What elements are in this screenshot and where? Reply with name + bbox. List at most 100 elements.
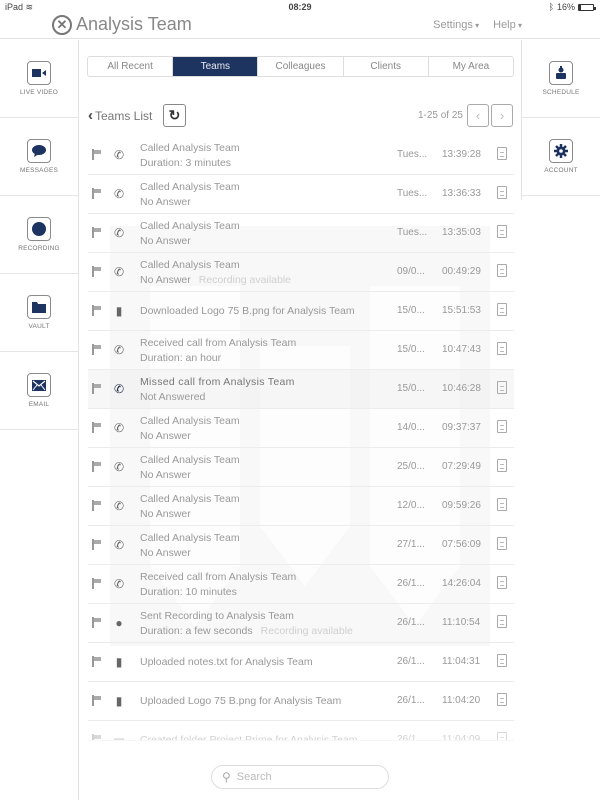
activity-row[interactable]: ▮ Uploaded notes.txt for Analysis Team 26/… [88,643,514,682]
settings-menu[interactable]: Settings [433,19,479,31]
activity-row[interactable]: ✆ Missed call from Analysis Team Not Answe… [88,370,514,409]
activity-detail: Duration: an hour [140,352,222,364]
flag-icon[interactable] [92,266,102,277]
notes-document-icon[interactable] [497,186,507,199]
activity-date: 26/1... [397,695,425,706]
activity-date: 26/1... [397,734,425,741]
phone-call-icon: ✆ [113,187,125,201]
activity-row[interactable]: ▮ Downloaded Logo 75 B.png for Analysis T… [88,292,514,331]
activity-text: Downloaded Logo 75 B.png for Analysis Te… [140,304,355,319]
flag-icon[interactable] [92,305,102,316]
flag-icon[interactable] [92,734,102,740]
flag-icon[interactable] [92,422,102,433]
help-menu[interactable]: Help [493,19,522,31]
notes-document-icon[interactable] [497,498,507,511]
recording-available-label[interactable]: Recording available [199,274,291,286]
activity-row[interactable]: ▭ Created folder Project Prime for Analys… [88,721,514,741]
notes-document-icon[interactable] [497,693,507,706]
activity-row[interactable]: ✆ Called Analysis Team No Answer Tues... 13:… [88,175,514,214]
brand: ✕ Analysis Team [52,14,192,35]
activity-detail: No Answer [140,430,191,442]
activity-subtitle: Duration: a few seconds Recording availab… [140,624,353,639]
refresh-button[interactable]: ↻ [163,104,186,127]
rail-item-vault[interactable]: VAULT [0,274,78,352]
activity-subtitle: No Answer [140,195,240,210]
recording-available-label[interactable]: Recording available [261,625,353,637]
back-to-teams-list[interactable]: ‹ Teams List [88,108,152,123]
flag-icon[interactable] [92,227,102,238]
activity-time: 09:59:26 [442,500,481,511]
flag-icon[interactable] [92,656,102,667]
document-icon: ▮ [115,304,123,318]
activity-row[interactable]: ✆ Received call from Analysis Team Duratio… [88,331,514,370]
tab-teams[interactable]: Teams [173,57,259,76]
rail-item-schedule[interactable]: SCHEDULE [522,40,600,118]
activity-row[interactable]: ✆ Called Analysis Team No Answer 12/0... 09:… [88,487,514,526]
activity-time: 14:26:04 [442,578,481,589]
activity-text: Called Analysis Team No Answer [140,492,240,522]
activity-time: 15:51:53 [442,305,481,316]
activity-text: Received call from Analysis Team Duration… [140,336,296,366]
activity-text: Created folder Project Prime for Analysi… [140,733,357,740]
record-dot-icon [27,217,51,241]
flag-icon[interactable] [92,383,102,394]
prev-page-button[interactable]: ‹ [467,104,489,127]
tab-clients[interactable]: Clients [344,57,429,76]
tab-colleagues[interactable]: Colleagues [258,57,344,76]
rail-label: RECORDING [18,245,60,252]
activity-row[interactable]: ● Sent Recording to Analysis Team Duration… [88,604,514,643]
flag-icon[interactable] [92,500,102,511]
flag-icon[interactable] [92,149,102,160]
search-input[interactable] [236,771,377,783]
flag-icon[interactable] [92,578,102,589]
notes-document-icon[interactable] [497,459,507,472]
search-box[interactable]: ⚲ [211,765,389,789]
activity-row[interactable]: ✆ Called Analysis Team No Answer 14/0... 09:… [88,409,514,448]
notes-document-icon[interactable] [497,342,507,355]
next-page-button[interactable]: › [491,104,513,127]
rail-item-messages[interactable]: MESSAGES [0,118,78,196]
notes-document-icon[interactable] [497,264,507,277]
flag-icon[interactable] [92,188,102,199]
notes-document-icon[interactable] [497,303,507,316]
activity-detail: Duration: 10 minutes [140,586,237,598]
flag-icon[interactable] [92,695,102,706]
activity-date: 14/0... [397,422,425,433]
close-circle-icon[interactable]: ✕ [52,14,72,35]
flag-icon[interactable] [92,539,102,550]
activity-text: Uploaded Logo 75 B.png for Analysis Team [140,694,341,709]
notes-document-icon[interactable] [497,225,507,238]
activity-row[interactable]: ▮ Uploaded Logo 75 B.png for Analysis Tea… [88,682,514,721]
flag-icon[interactable] [92,344,102,355]
notes-document-icon[interactable] [497,420,507,433]
activity-detail: Duration: a few seconds [140,625,253,637]
activity-title: Called Analysis Team [140,415,240,427]
activity-row[interactable]: ✆ Called Analysis Team No Answer Recording … [88,253,514,292]
right-rail: SCHEDULE ACCOUNT [521,40,600,200]
battery-percent: 16% [556,2,575,12]
rail-item-account[interactable]: ACCOUNT [522,118,600,196]
flag-icon[interactable] [92,461,102,472]
rail-item-recording[interactable]: RECORDING [0,196,78,274]
tab-my-area[interactable]: My Area [429,57,513,76]
activity-text: Called Analysis Team No Answer [140,219,240,249]
notes-document-icon[interactable] [497,654,507,667]
notes-document-icon[interactable] [497,615,507,628]
activity-row[interactable]: ✆ Received call from Analysis Team Duratio… [88,565,514,604]
rail-item-email[interactable]: EMAIL [0,352,78,430]
notes-document-icon[interactable] [497,576,507,589]
rail-label: VAULT [28,323,50,330]
activity-title: Sent Recording to Analysis Team [140,610,294,622]
activity-row[interactable]: ✆ Called Analysis Team No Answer Tues... 13:… [88,214,514,253]
rail-item-live-video[interactable]: LIVE VIDEO [0,40,78,118]
notes-document-icon[interactable] [497,147,507,160]
activity-row[interactable]: ✆ Called Analysis Team No Answer 27/1... 07:… [88,526,514,565]
flag-icon[interactable] [92,617,102,628]
notes-document-icon[interactable] [497,381,507,394]
activity-row[interactable]: ✆ Called Analysis Team No Answer 25/0... 07:… [88,448,514,487]
activity-text: Called Analysis Team No Answer [140,531,240,561]
notes-document-icon[interactable] [497,537,507,550]
notes-document-icon[interactable] [497,732,507,740]
tab-all-recent[interactable]: All Recent [88,57,174,76]
activity-row[interactable]: ✆ Called Analysis Team Duration: 3 minutes… [88,136,514,175]
